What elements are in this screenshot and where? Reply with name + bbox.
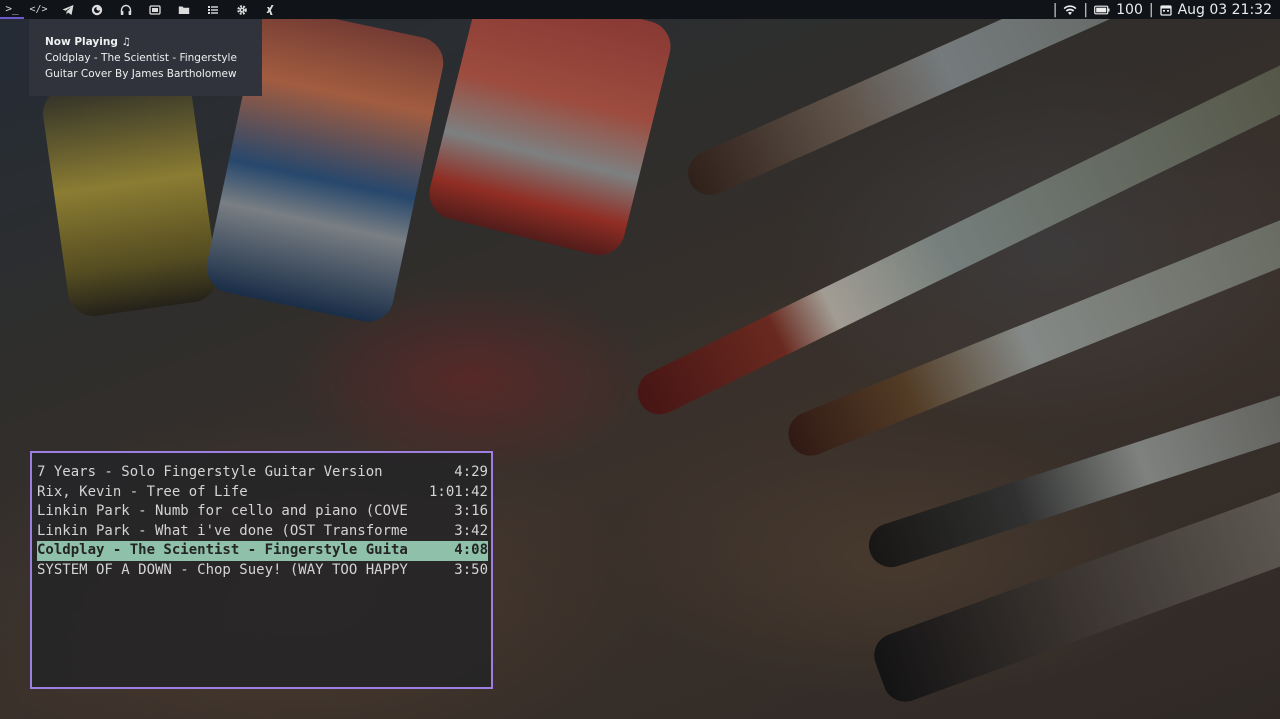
playlist-row[interactable]: Linkin Park - What i've done (OST Transf…: [37, 522, 488, 542]
terminal-window[interactable]: 7 Years - Solo Fingerstyle Guitar Versio…: [30, 451, 493, 689]
workspace-music[interactable]: [111, 0, 140, 19]
playlist-row[interactable]: Rix, Kevin - Tree of Life 1:01:42: [37, 483, 488, 503]
status-area: | | 100 | Aug 03 21:32: [1053, 0, 1272, 19]
track-duration: 3:42: [454, 522, 488, 539]
workspace-telegram[interactable]: [53, 0, 82, 19]
clock[interactable]: Aug 03 21:32: [1178, 2, 1272, 18]
track-title: Coldplay - The Scientist - Fingerstyle G…: [37, 542, 408, 559]
track-duration: 3:16: [454, 503, 488, 520]
track-duration: 1:01:42: [428, 483, 488, 500]
list-icon: [207, 5, 218, 14]
track-duration: 3:50: [454, 561, 488, 578]
headphones-icon: [120, 4, 131, 15]
playlist-row[interactable]: 7 Years - Solo Fingerstyle Guitar Versio…: [37, 463, 488, 483]
notification-title: Now Playing ♫: [45, 36, 131, 48]
workspace-chat[interactable]: [140, 0, 169, 19]
status-separator: |: [1148, 1, 1154, 18]
workspace-xing[interactable]: [256, 0, 285, 19]
track-title: 7 Years - Solo Fingerstyle Guitar Versio…: [37, 464, 383, 480]
battery-level: 100: [1116, 1, 1143, 18]
wifi-icon[interactable]: [1063, 4, 1077, 16]
playlist-row-selected[interactable]: Coldplay - The Scientist - Fingerstyle G…: [37, 541, 488, 561]
workspace-firefox[interactable]: [82, 0, 111, 19]
workspace-terminal[interactable]: >_: [0, 0, 24, 19]
notification-body-line: Guitar Cover By James Bartholomew: [45, 68, 237, 80]
telegram-icon: [62, 4, 73, 15]
notification-body-line: Coldplay - The Scientist - Fingerstyle: [45, 52, 237, 64]
track-title: Linkin Park - What i've done (OST Transf…: [37, 522, 408, 539]
now-playing-notification[interactable]: Now Playing ♫ Coldplay - The Scientist -…: [29, 19, 262, 96]
track-title: SYSTEM OF A DOWN - Chop Suey! (WAY TOO H…: [37, 561, 408, 578]
folder-icon: [178, 6, 189, 14]
playlist: 7 Years - Solo Fingerstyle Guitar Versio…: [37, 463, 488, 581]
firefox-icon: [91, 4, 102, 15]
chat-icon: [148, 4, 161, 15]
terminal-icon: >_: [5, 2, 19, 15]
workspace-list[interactable]: [198, 0, 227, 19]
track-duration: 4:08: [454, 542, 488, 559]
calendar-icon: [1159, 4, 1172, 16]
battery-icon[interactable]: [1094, 4, 1110, 16]
track-duration: 4:29: [428, 464, 488, 480]
workspace-code[interactable]: </>: [24, 0, 53, 19]
code-icon: </>: [29, 4, 48, 15]
workspace-files[interactable]: [169, 0, 198, 19]
playlist-row[interactable]: SYSTEM OF A DOWN - Chop Suey! (WAY TOO H…: [37, 561, 488, 581]
status-separator: |: [1083, 1, 1089, 18]
gear-icon: [236, 4, 247, 15]
status-separator: |: [1052, 1, 1058, 18]
track-title: Linkin Park - Numb for cello and piano (…: [37, 503, 408, 520]
workspace-settings[interactable]: [227, 0, 256, 19]
top-bar: >_ </> | | 100 | Aug 03 21:32: [0, 0, 1280, 19]
xing-icon: [266, 4, 274, 15]
playlist-row[interactable]: Linkin Park - Numb for cello and piano (…: [37, 502, 488, 522]
track-title: Rix, Kevin - Tree of Life: [37, 483, 248, 500]
